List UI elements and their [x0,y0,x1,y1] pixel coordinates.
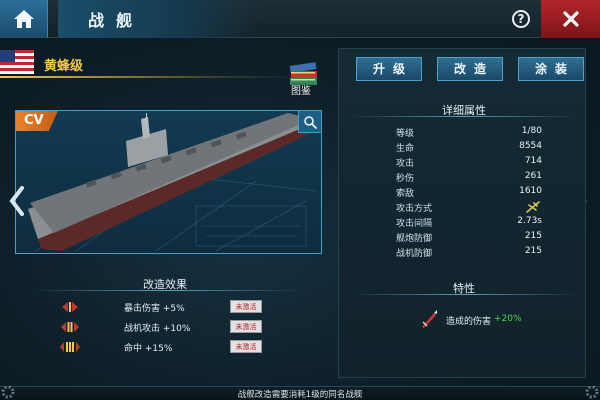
stat-value: 714 [524,156,542,166]
inactive-badge: 未激活 [230,340,262,353]
stat-value: 1/80 [521,126,542,136]
stat-row: 等级 1/80 [396,126,542,139]
stat-row: 攻击方式 [396,201,542,214]
upgrade-button[interactable]: 升级 [356,57,422,81]
ship-name: 黄蜂级 [44,59,84,74]
stats-title: 详细属性 [442,104,486,117]
rank-1-icon [62,302,78,312]
stat-label: 生命 [396,144,415,154]
stat-label: 等级 [396,129,415,139]
ship-image [28,113,317,252]
top-bar: 战舰 ? [0,0,600,38]
trait-label: 造成的伤害 [446,317,492,327]
stat-row: 攻击 714 [396,156,542,169]
modification-text: 暴击伤害 +5% [124,304,185,314]
us-flag-icon [0,50,34,74]
question-icon: ? [517,12,525,26]
damage-icon [422,310,437,328]
modification-row: 暴击伤害 +5% 未激活 [60,300,270,314]
stat-row: 秒伤 261 [396,171,542,184]
name-underline [0,76,300,78]
stat-label: 战机防御 [396,249,433,259]
stat-label: 秒伤 [396,174,415,184]
close-icon [562,11,579,27]
catalog-label[interactable]: 图鉴 [291,82,311,97]
modification-text: 战机攻击 +10% [124,324,191,334]
stat-value: 261 [524,171,542,181]
stat-value: 215 [524,246,542,256]
stat-label: 攻击方式 [396,204,433,214]
footer-bar: 战舰改造需要消耗1级的同名战舰 [0,386,600,400]
help-button[interactable]: ? [512,10,530,28]
stat-label: 舰炮防御 [396,234,433,244]
stat-value: 8554 [519,141,542,151]
stat-value: 215 [524,231,542,241]
modification-row: 命中 +15% 未激活 [60,340,270,354]
stat-label: 攻击 [396,159,415,169]
stat-label: 攻击间隔 [396,219,433,229]
corner-gear-icon [1,385,15,399]
rank-2-icon [61,322,79,332]
stat-row: 攻击间隔 2.73s [396,216,542,229]
corner-gear-icon [585,385,599,399]
ship-display [15,110,322,254]
stat-row: 战机防御 215 [396,246,542,259]
modify-button[interactable]: 改造 [437,57,503,81]
stat-value: 1610 [519,186,542,196]
trait-row: 造成的伤害 +20% [420,309,560,329]
modification-row: 战机攻击 +10% 未激活 [60,320,270,334]
modification-title: 改造效果 [143,278,187,291]
home-button[interactable] [0,0,48,38]
traits-title: 特性 [453,282,475,295]
home-icon [13,10,34,28]
stat-value: 2.73s [517,216,542,226]
zoom-button[interactable] [298,111,321,133]
inactive-badge: 未激活 [230,320,262,333]
stat-label: 索敌 [396,189,415,199]
rank-3-icon [60,342,80,352]
magnifier-icon [304,115,317,129]
paint-button[interactable]: 涂装 [518,57,584,81]
stat-row: 索敌 1610 [396,186,542,199]
aircraft-icon [526,201,540,213]
stat-row: 舰炮防御 215 [396,231,542,244]
modification-text: 命中 +15% [124,344,173,354]
trait-value: +20% [494,314,522,324]
footer-text: 战舰改造需要消耗1级的同名战舰 [237,390,363,400]
stat-row: 生命 8554 [396,141,542,154]
close-button[interactable] [541,0,600,38]
page-title: 战舰 [88,11,145,30]
inactive-badge: 未激活 [230,300,262,313]
previous-ship-arrow[interactable] [8,186,26,216]
